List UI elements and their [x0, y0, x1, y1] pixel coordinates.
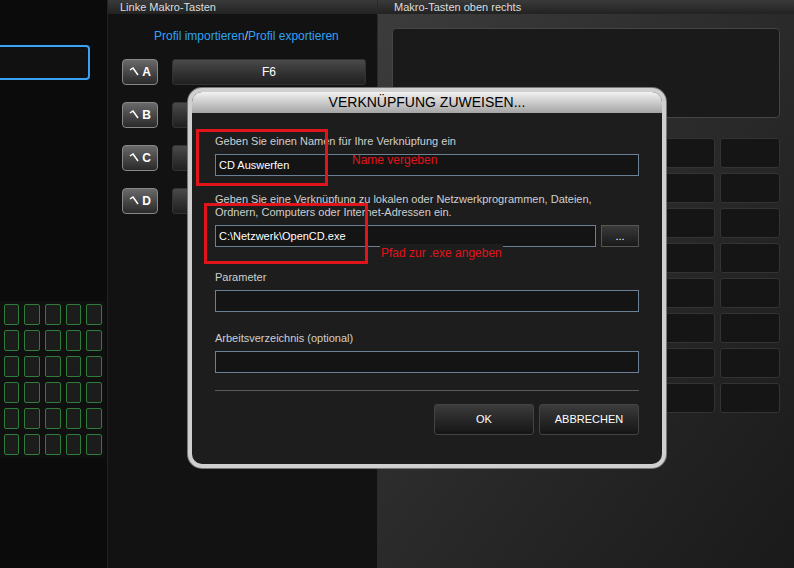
- key: [86, 408, 102, 429]
- dialog-buttons: OKABBRECHEN: [215, 404, 639, 435]
- dialog-button[interactable]: OK: [434, 404, 534, 435]
- panel-header: Makro-Tasten oben rechts: [378, 0, 794, 14]
- key: [4, 304, 20, 325]
- key: [4, 408, 20, 429]
- dialog-title: VERKNÜPFUNG ZUWEISEN...: [192, 92, 662, 113]
- field-label: Arbeitsverzeichnis (optional): [215, 332, 639, 345]
- annotation-box: [196, 129, 328, 186]
- dialog-button[interactable]: ABBRECHEN: [539, 404, 639, 435]
- key: [720, 208, 781, 238]
- key: [720, 348, 781, 378]
- key: [86, 434, 102, 455]
- key: [86, 330, 102, 351]
- macro-key-badge: B: [122, 102, 158, 128]
- macro-icon: [129, 196, 139, 206]
- keyboard-image: [0, 301, 105, 458]
- key: [66, 382, 82, 403]
- macro-icon: [129, 110, 139, 120]
- export-link[interactable]: Profil exportieren: [248, 27, 339, 45]
- text-input[interactable]: [215, 351, 639, 373]
- app: Linke Makro-Tasten Profil importieren/Pro…: [0, 0, 794, 568]
- key: [45, 304, 61, 325]
- key: [86, 304, 102, 325]
- link-separator: /: [245, 27, 248, 45]
- key: [720, 383, 781, 413]
- annotation-text: Name vergeben: [352, 151, 437, 169]
- macro-key-badge: C: [122, 145, 158, 171]
- key: [45, 382, 61, 403]
- key: [24, 304, 40, 325]
- key: [66, 434, 82, 455]
- shortcut-dialog: VERKNÜPFUNG ZUWEISEN... Geben Sie einen N…: [188, 88, 666, 468]
- selected-field[interactable]: [0, 45, 90, 80]
- key: [45, 408, 61, 429]
- macro-assign-button[interactable]: F6: [172, 59, 366, 85]
- key: [86, 356, 102, 377]
- macro-icon: [129, 153, 139, 163]
- annotation-text: Pfad zur .exe angeben: [380, 244, 503, 262]
- key: [24, 434, 40, 455]
- left-panel: [0, 0, 108, 568]
- left-keyboard: [0, 304, 102, 455]
- macro-key-badge: D: [122, 188, 158, 214]
- profile-links: Profil importieren/Profil exportieren: [108, 27, 377, 45]
- key: [720, 173, 781, 203]
- macro-key-badge: A: [122, 59, 158, 85]
- key: [4, 382, 20, 403]
- key: [86, 382, 102, 403]
- field-group: Parameter: [215, 271, 639, 312]
- panel-header: Linke Makro-Tasten: [108, 0, 377, 14]
- field-label: Geben Sie eine Verknüpfung zu lokalen od…: [215, 193, 639, 219]
- field-group: Arbeitsverzeichnis (optional): [215, 332, 639, 373]
- key: [24, 382, 40, 403]
- text-input[interactable]: [215, 290, 639, 312]
- field-label: Geben Sie einen Namen für Ihre Verknüpfu…: [215, 135, 639, 148]
- key: [24, 330, 40, 351]
- key: [720, 278, 781, 308]
- key: [66, 356, 82, 377]
- key: [24, 356, 40, 377]
- annotation-box: [204, 203, 368, 264]
- field-label: Parameter: [215, 271, 639, 284]
- key: [45, 330, 61, 351]
- key: [45, 356, 61, 377]
- key: [66, 330, 82, 351]
- key: [66, 304, 82, 325]
- key: [4, 330, 20, 351]
- field-group: Geben Sie eine Verknüpfung zu lokalen od…: [215, 193, 639, 247]
- key: [4, 434, 20, 455]
- key: [720, 138, 781, 168]
- key: [720, 313, 781, 343]
- dialog-separator: [215, 390, 639, 391]
- field-group: Geben Sie einen Namen für Ihre Verknüpfu…: [215, 135, 639, 176]
- key: [24, 408, 40, 429]
- import-link[interactable]: Profil importieren: [154, 27, 245, 45]
- key: [66, 408, 82, 429]
- browse-button[interactable]: ...: [601, 225, 639, 247]
- key: [4, 356, 20, 377]
- macro-row: A F6: [122, 59, 377, 85]
- key: [720, 243, 781, 273]
- key: [45, 434, 61, 455]
- macro-icon: [129, 67, 139, 77]
